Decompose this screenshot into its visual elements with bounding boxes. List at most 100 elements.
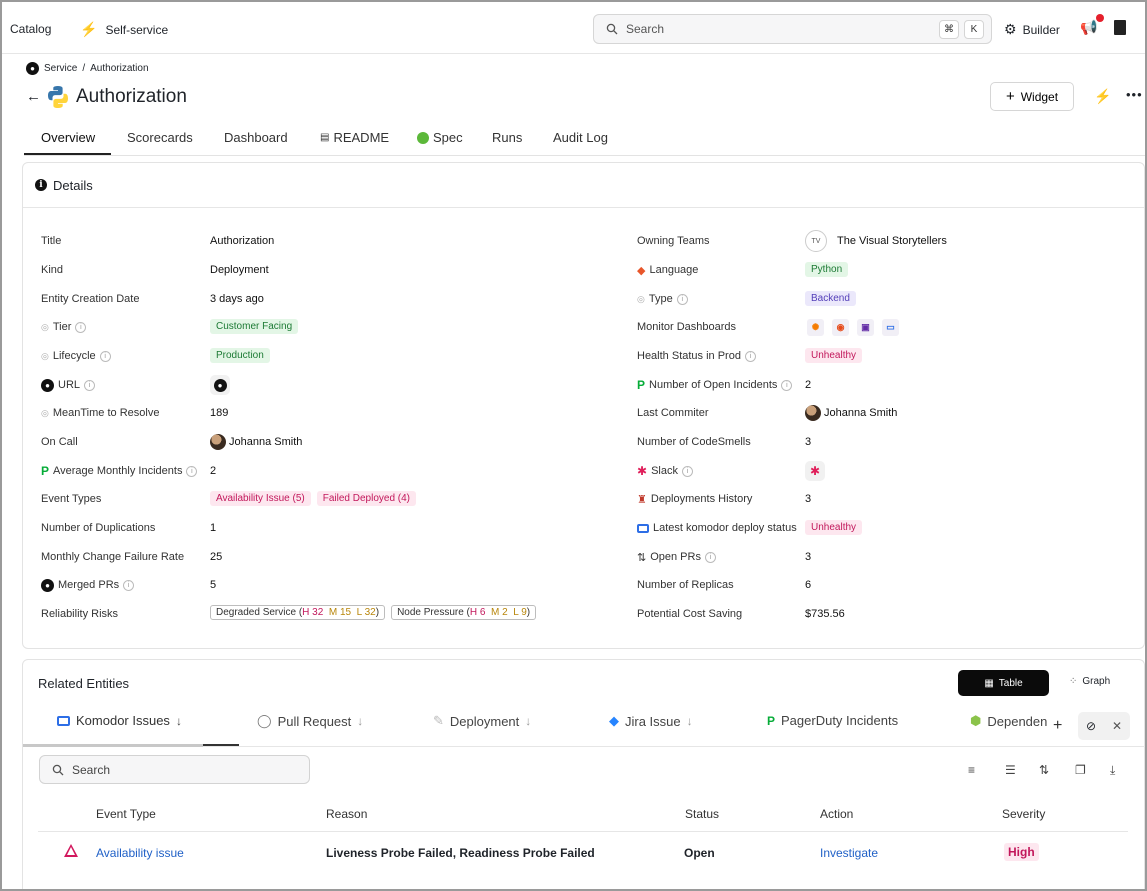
detail-label: Title — [41, 235, 62, 247]
detail-row-tier: ◎ Tier i — [41, 317, 87, 337]
add-widget-button[interactable]: + Widget — [990, 82, 1074, 111]
status-cell: Open — [684, 846, 715, 860]
detail-value-duplications: 1 — [210, 522, 217, 534]
nav-self-service[interactable]: ⚡ Self-service — [80, 21, 168, 38]
search-icon — [52, 764, 64, 775]
tab-deployment[interactable]: ✎ Deployment ↓ — [433, 713, 531, 729]
help-icon[interactable]: i — [123, 579, 135, 591]
tier-tag: Customer Facing — [210, 319, 299, 334]
copy-icon[interactable]: ❐ — [1075, 763, 1086, 777]
event-type-link[interactable]: Availability issue — [96, 846, 184, 860]
slack-link-icon[interactable]: ✱ — [805, 461, 825, 481]
detail-value-slack[interactable]: ✱ — [805, 461, 825, 481]
detail-value-owning-teams[interactable]: TV The Visual Storytellers — [805, 230, 947, 252]
close-icon[interactable]: ✕ — [1112, 719, 1122, 733]
column-action[interactable]: Action — [820, 807, 853, 821]
tab-overview[interactable]: Overview — [41, 130, 95, 145]
related-search-input[interactable]: Search — [39, 755, 310, 784]
column-reason[interactable]: Reason — [326, 807, 367, 821]
sort-icon[interactable]: ⇅ — [1039, 763, 1049, 777]
megaphone-icon[interactable]: 📢 — [1080, 19, 1097, 36]
risk-close: ) — [375, 607, 380, 618]
type-tag: Backend — [805, 291, 856, 306]
help-icon[interactable]: i — [186, 465, 198, 477]
table-view-button[interactable]: ▦ Table — [958, 670, 1049, 696]
komodor-icon[interactable]: ▭ — [882, 319, 899, 336]
tab-readme[interactable]: ▤ README — [320, 130, 389, 145]
grafana-icon[interactable]: ✺ — [807, 319, 824, 336]
graph-view-button[interactable]: ⁘ Graph — [1069, 676, 1110, 687]
table-view-label: Table — [998, 677, 1023, 689]
sort-down-icon: ↓ — [525, 714, 532, 728]
breadcrumb-service[interactable]: Service — [44, 63, 77, 74]
datadog-icon[interactable]: ▣ — [857, 319, 874, 336]
tab-scorecards[interactable]: Scorecards — [127, 130, 193, 145]
detail-label: Entity Creation Date — [41, 293, 140, 305]
slack-icon: ✱ — [637, 464, 648, 478]
help-icon[interactable]: i — [781, 379, 793, 391]
risk-low: L 32 — [356, 607, 376, 618]
investigate-link[interactable]: Investigate — [820, 846, 878, 860]
tab-audit-log[interactable]: Audit Log — [553, 130, 608, 145]
tab-runs[interactable]: Runs — [492, 130, 522, 145]
graph-view-label: Graph — [1082, 676, 1111, 687]
related-search-placeholder: Search — [72, 762, 111, 777]
active-tab-indicator — [24, 153, 111, 155]
pagerduty-icon: P — [41, 464, 50, 478]
help-icon[interactable]: i — [75, 321, 87, 333]
tab-spec[interactable]: Spec — [417, 130, 463, 145]
builder-label: Builder — [1022, 22, 1060, 37]
help-icon[interactable]: i — [744, 350, 756, 362]
help-icon[interactable]: i — [681, 465, 693, 477]
tab-pull-request[interactable]: ◯ Pull Request ↓ — [257, 713, 363, 729]
pagerduty-icon: P — [767, 713, 776, 728]
detail-label: Lifecycle — [52, 350, 96, 362]
tab-jira-issue[interactable]: ◆ Jira Issue ↓ — [609, 713, 693, 729]
add-tab-icon[interactable]: + — [1053, 717, 1062, 735]
detail-row-cost-saving: Potential Cost Saving — [637, 604, 742, 624]
github-icon: ● — [41, 578, 54, 592]
help-icon[interactable]: i — [704, 551, 716, 563]
detail-value-monitor-dashboards: ✺ ◉ ▣ ▭ — [807, 319, 899, 336]
more-options-icon[interactable]: ••• — [1126, 87, 1143, 102]
global-search-input[interactable]: Search ⌘ K — [593, 14, 992, 44]
github-link-icon[interactable]: ● — [210, 375, 230, 395]
filter-icon[interactable]: ≡ — [968, 763, 975, 777]
detail-label: Owning Teams — [637, 235, 710, 247]
detail-row-last-commiter: Last Commiter — [637, 403, 709, 423]
eye-off-icon[interactable]: ⊘ — [1086, 719, 1096, 733]
detail-value-url[interactable]: ● — [210, 375, 230, 395]
lifecycle-tag: Production — [210, 348, 270, 363]
document-icon[interactable] — [1114, 20, 1126, 35]
actions-bolt-icon[interactable]: ⚡ — [1094, 88, 1111, 105]
detail-row-duplications: Number of Duplications — [41, 518, 155, 538]
help-icon[interactable]: i — [676, 293, 688, 305]
download-icon[interactable]: ⤓ — [1110, 763, 1115, 778]
detail-label: Kind — [41, 264, 64, 276]
help-icon[interactable]: i — [99, 350, 111, 362]
risk-medium: M 15 — [328, 607, 352, 618]
tab-dependencies[interactable]: ⬢ Dependen — [970, 713, 1047, 729]
column-severity[interactable]: Severity — [1002, 807, 1045, 821]
tab-dashboard[interactable]: Dashboard — [224, 130, 288, 145]
github-icon: ● — [41, 378, 54, 392]
detail-row-slack: ✱ Slack i — [637, 461, 693, 481]
breadcrumb: ● Service / Authorization — [26, 62, 149, 75]
detail-label: Average Monthly Incidents — [53, 465, 183, 477]
tab-pagerduty-incidents[interactable]: P PagerDuty Incidents — [767, 713, 898, 728]
last-commiter-name: Johanna Smith — [824, 407, 898, 419]
column-event-type[interactable]: Event Type — [96, 807, 156, 821]
detail-label: Language — [649, 264, 699, 276]
nav-catalog[interactable]: Catalog — [10, 22, 51, 36]
back-arrow-icon[interactable]: ← — [26, 88, 41, 105]
tab-komodor-issues[interactable]: Komodor Issues ↓ — [57, 713, 182, 728]
help-icon[interactable]: i — [84, 379, 96, 391]
builder-link[interactable]: ⚙ Builder — [1004, 21, 1060, 38]
sentry-icon[interactable]: ◉ — [832, 319, 849, 336]
detail-value-creation-date: 3 days ago — [210, 293, 264, 305]
list-icon[interactable]: ☰ — [1005, 763, 1016, 777]
column-status[interactable]: Status — [685, 807, 719, 821]
jira-icon: ◆ — [609, 713, 619, 728]
entity-tabs: Overview Scorecards Dashboard ▤ README S… — [24, 120, 1145, 156]
tab-scrollbar[interactable] — [23, 744, 203, 747]
